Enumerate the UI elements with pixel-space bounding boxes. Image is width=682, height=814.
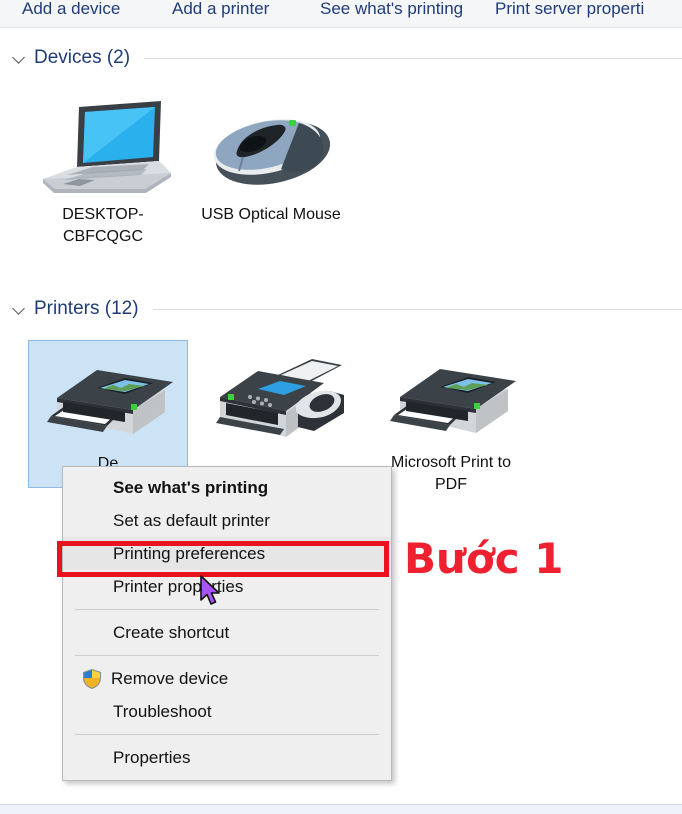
devices-and-printers-window: Add a device Add a printer See what's pr… — [0, 0, 682, 814]
command-print-server-properties[interactable]: Print server properti — [495, 0, 644, 22]
context-menu: See what's printing Set as default print… — [62, 466, 392, 781]
printer-icon — [372, 340, 530, 450]
group-title-printers: Printers (12) — [34, 298, 139, 319]
menu-item-remove-device[interactable]: Remove device — [63, 662, 391, 695]
menu-item-properties[interactable]: Properties — [63, 741, 391, 774]
mouse-icon — [192, 92, 350, 202]
device-label: DESKTOP-CBFCQGC — [62, 206, 144, 245]
menu-item-label: Printer properties — [113, 576, 244, 596]
printer-tile-fax[interactable] — [198, 340, 356, 452]
printer-label — [198, 450, 356, 452]
chevron-down-icon[interactable] — [10, 300, 28, 318]
printer-icon — [29, 341, 187, 451]
menu-separator — [75, 734, 379, 735]
menu-item-troubleshoot[interactable]: Troubleshoot — [63, 695, 391, 728]
menu-item-label: Properties — [113, 747, 191, 767]
command-bar: Add a device Add a printer See what's pr… — [0, 0, 682, 28]
group-divider — [152, 308, 682, 310]
menu-item-label: Create shortcut — [113, 622, 230, 642]
menu-item-printing-preferences[interactable]: Printing preferences — [63, 537, 391, 570]
menu-separator — [75, 655, 379, 656]
group-header-devices[interactable]: Devices (2) — [0, 45, 682, 71]
menu-item-see-whats-printing[interactable]: See what's printing — [63, 471, 391, 504]
uac-shield-icon — [81, 668, 103, 690]
menu-item-label: Set as default printer — [113, 510, 270, 530]
annotation-step-text: Bước 1 — [404, 534, 564, 583]
menu-separator — [75, 609, 379, 610]
printer-tile-ms-print-to-pdf[interactable]: Microsoft Print to PDF — [372, 340, 530, 496]
mouse-cursor — [199, 575, 223, 607]
laptop-icon — [24, 92, 182, 202]
device-tile-mouse[interactable]: USB Optical Mouse — [192, 92, 350, 226]
group-divider — [144, 57, 682, 59]
menu-item-label: See what's printing — [113, 477, 269, 497]
menu-item-printer-properties[interactable]: Printer properties — [63, 570, 391, 603]
device-tile-desktop[interactable]: DESKTOP-CBFCQGC — [24, 92, 182, 248]
menu-item-label: Remove device — [111, 668, 229, 688]
group-header-printers[interactable]: Printers (12) — [0, 296, 682, 322]
device-label: USB Optical Mouse — [201, 206, 341, 223]
command-add-a-device[interactable]: Add a device — [22, 0, 120, 22]
printer-label: Microsoft Print to PDF — [390, 454, 512, 493]
menu-item-create-shortcut[interactable]: Create shortcut — [63, 616, 391, 649]
menu-item-set-as-default-printer[interactable]: Set as default printer — [63, 504, 391, 537]
menu-item-label: Printing preferences — [113, 543, 266, 563]
menu-item-label: Troubleshoot — [113, 701, 212, 721]
status-bar — [0, 804, 682, 814]
command-see-whats-printing[interactable]: See what's printing — [320, 0, 463, 22]
command-add-a-printer[interactable]: Add a printer — [172, 0, 269, 22]
chevron-down-icon[interactable] — [10, 49, 28, 67]
group-title-devices: Devices (2) — [34, 47, 131, 68]
fax-machine-icon — [198, 340, 356, 450]
